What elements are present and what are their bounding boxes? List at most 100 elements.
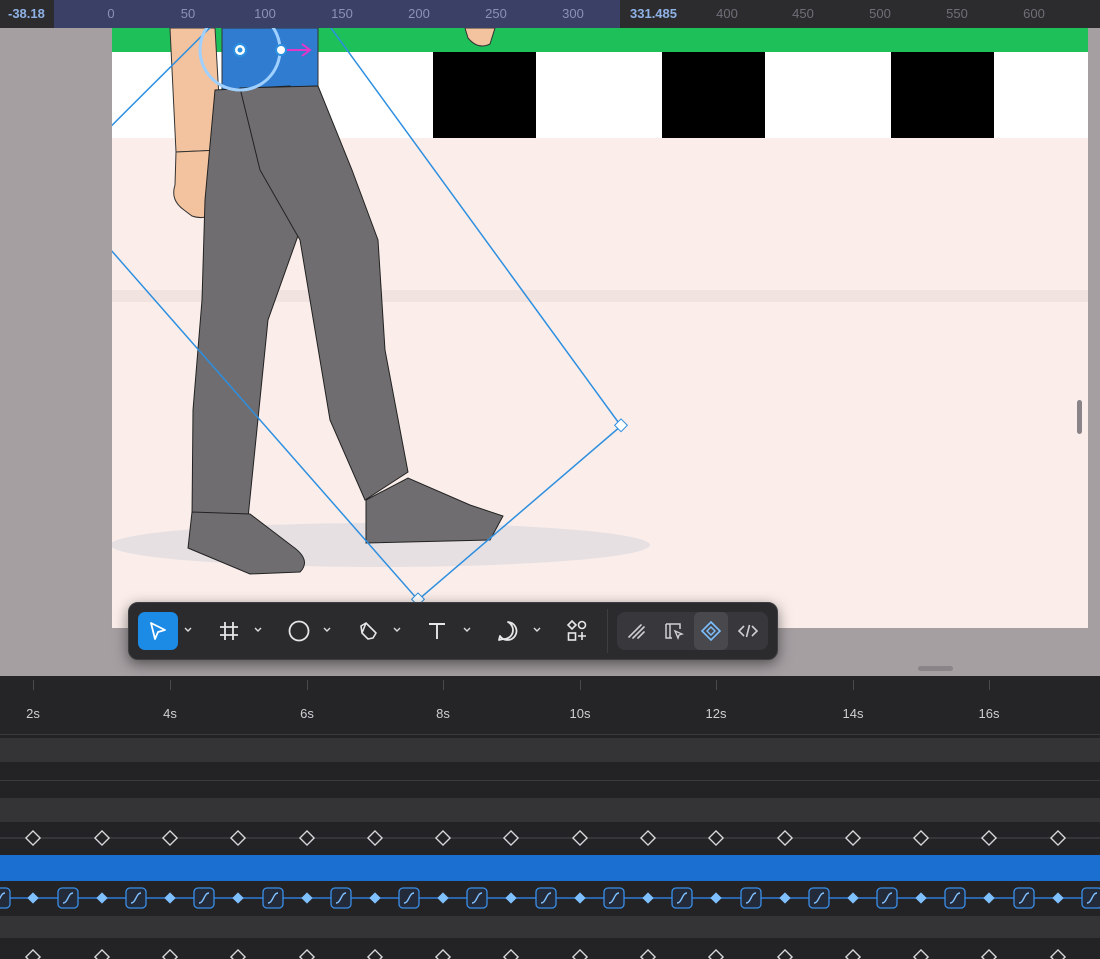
vertical-scrollbar[interactable] [1077,400,1082,434]
chevron-down-icon[interactable] [392,625,402,635]
keyframe-icon [847,892,859,904]
timeline-label: 12s [705,706,727,721]
keyframe-icon [1049,829,1067,847]
shirt [221,28,319,91]
keyframe-icon [301,892,313,904]
chevron-down-icon[interactable] [253,625,263,635]
components-tool-button[interactable] [557,612,597,650]
timeline-ruler[interactable]: 2s 4s 6s 8s 10s 12s 14s 16s [0,676,1100,735]
text-icon [429,623,445,639]
draw-tool-button[interactable] [620,612,654,650]
keyframe-icon [93,948,111,959]
keyframe-icon [912,829,930,847]
ruler-tick: 550 [946,6,968,21]
keyframe-icon [369,892,381,904]
track-row[interactable] [0,916,1100,938]
chevron-down-icon[interactable] [322,625,332,635]
selected-keyframe-track[interactable] [0,884,1100,912]
ruler-tick: 450 [792,6,814,21]
keyframe-track-partial[interactable] [0,940,1100,959]
frame-icon [220,622,238,640]
draw-icon [628,624,645,639]
keyframe-icon [161,829,179,847]
pen-tool-button[interactable] [348,612,388,650]
keyframe-icon [232,892,244,904]
black-square [433,52,536,138]
shape-tool-button[interactable] [279,612,319,650]
code-button[interactable] [731,612,765,650]
keyframe-icon [707,829,725,847]
ruler-tick: 500 [869,6,891,21]
keyframe-icon [366,829,384,847]
dev-mode-button[interactable] [657,612,691,650]
canvas-background-right [1088,28,1100,676]
comment-icon [498,621,518,641]
keyframe-track[interactable] [0,826,1100,850]
keyframe-icon [707,948,725,959]
keyframe-icon [27,892,39,904]
prototype-button[interactable] [694,612,728,650]
floating-toolbar [128,602,778,660]
keyframe-icon [980,948,998,959]
easing-curve-icon [1081,887,1100,909]
ruler-tick: 200 [408,6,430,21]
timeline-label: 2s [26,706,40,721]
timeline-tick [33,680,34,690]
timeline-tick [580,680,581,690]
keyframe-icon [571,829,589,847]
keyframe-icon [639,948,657,959]
selected-track-bar[interactable] [0,855,1100,881]
ruler-tick: 600 [1023,6,1045,21]
track-row[interactable] [0,798,1100,822]
timeline-tick [170,680,171,690]
toolbar-divider [607,609,608,653]
frame-tool-button[interactable] [209,612,249,650]
artboard-scene[interactable] [112,28,1088,628]
keyframe-icon [1049,948,1067,959]
track-divider [0,780,1100,781]
chevron-down-icon[interactable] [183,625,193,635]
chevron-down-icon[interactable] [462,625,472,635]
keyframe-icon [161,948,179,959]
ruler-selection-start: -38.18 [8,6,45,21]
back-shoe [187,511,305,575]
keyframe-icon [229,948,247,959]
timeline-label: 14s [842,706,864,721]
animation-timeline: 2s 4s 6s 8s 10s 12s 14s 16s [0,676,1100,959]
select-tool-button[interactable] [138,612,178,650]
ruler-tick: 250 [485,6,507,21]
keyframe-icon [983,892,995,904]
horizontal-scrollbar[interactable] [918,666,953,671]
pivot-handle[interactable] [275,44,287,56]
ruler-tick: 100 [254,6,276,21]
canvas-background-left [0,28,112,676]
comment-tool-button[interactable] [488,612,528,650]
keyframe-icon [574,892,586,904]
inspect-icon [665,623,684,640]
chevron-down-icon[interactable] [532,625,542,635]
timeline-label: 4s [163,706,177,721]
keyframe-icon [229,829,247,847]
keyframe-icon [571,948,589,959]
keyframe-icon [642,892,654,904]
timeline-tick [443,680,444,690]
keyframe-icon [779,892,791,904]
scene-illustration [112,28,1088,607]
prototype-icon [700,620,722,642]
text-tool-button[interactable] [417,612,457,650]
keyframe-icon [502,829,520,847]
keyframe-icon [776,948,794,959]
cursor-icon [150,622,166,640]
track-row[interactable] [0,738,1100,762]
pen-icon [360,622,377,640]
timeline-tick [307,680,308,690]
pivot-dot [237,47,243,53]
keyframe-icon [912,948,930,959]
ruler-tick: 400 [716,6,738,21]
keyframe-icon [915,892,927,904]
keyframe-icon [24,948,42,959]
keyframe-icon [24,829,42,847]
keyframe-icon [366,948,384,959]
timeline-label: 6s [300,706,314,721]
ruler-tick: 50 [180,6,196,21]
